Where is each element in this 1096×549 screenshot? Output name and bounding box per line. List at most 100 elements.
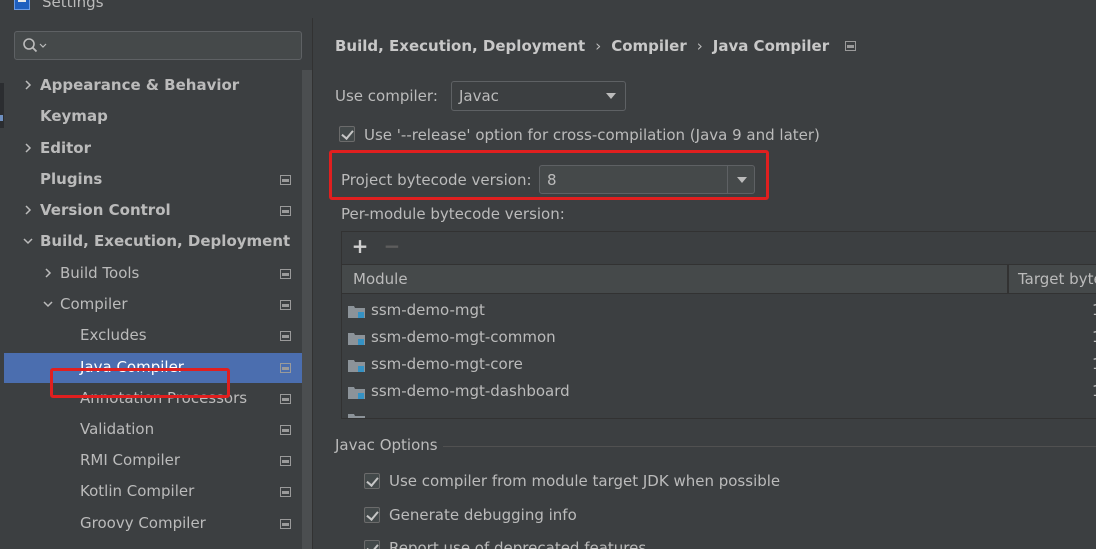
column-divider[interactable] [1007, 265, 1009, 295]
settings-search-input[interactable] [49, 35, 295, 57]
table-row[interactable]: ssm-demo-mgt-common 1 [342, 325, 1096, 352]
tree-item-groovy-compiler[interactable]: Groovy Compiler [4, 509, 302, 539]
dropdown-arrow-icon [606, 93, 616, 99]
tree-item-excludes[interactable]: Excludes [4, 321, 302, 351]
deprecated-features-label: Report use of deprecated features [389, 539, 647, 549]
use-module-jdk-checkbox[interactable] [364, 473, 380, 489]
project-level-icon [280, 300, 291, 310]
module-folder-icon [348, 306, 365, 318]
release-option-label: Use '--release' option for cross-compila… [364, 126, 820, 144]
tree-item-rmi-compiler[interactable]: RMI Compiler [4, 446, 302, 476]
tree-item-label: Excludes [80, 326, 147, 344]
settings-search-box[interactable] [14, 31, 302, 60]
breadcrumb-separator: › [696, 37, 703, 55]
tree-item-plugins[interactable]: Plugins [4, 165, 302, 195]
module-folder-icon [348, 387, 365, 399]
release-option-checkbox[interactable] [339, 126, 355, 142]
tree-item-label: Plugins [40, 170, 103, 188]
chevron-right-icon[interactable] [22, 79, 34, 91]
breadcrumb-item: Java Compiler [712, 37, 830, 55]
module-folder-icon [348, 414, 365, 418]
project-level-icon [280, 519, 291, 529]
section-divider [443, 446, 1096, 447]
use-compiler-value: Javac [459, 87, 499, 105]
window-title: Settings [42, 0, 104, 11]
per-module-bytecode-label: Per-module bytecode version: [341, 205, 565, 223]
tree-item-label: Compiler [60, 295, 128, 313]
project-level-icon [845, 41, 857, 51]
table-row[interactable]: ssm-demo-mgt-dashboard 1 [342, 379, 1096, 406]
tree-item-label: Version Control [40, 201, 171, 219]
module-target: 1 [1092, 355, 1096, 373]
module-target: 1 [1092, 328, 1096, 346]
chevron-down-icon[interactable] [22, 235, 34, 247]
tree-item-label: Keymap [40, 107, 108, 125]
java-compiler-settings-panel: Build, Execution, Deployment › Compiler › Ja… [312, 18, 1096, 549]
table-toolbar: + − [342, 232, 1096, 264]
table-row[interactable]: ssm-demo-mgt 1 [342, 298, 1096, 325]
project-level-icon [280, 175, 291, 185]
breadcrumb: Build, Execution, Deployment › Compiler › Ja… [335, 37, 857, 59]
remove-icon: − [383, 234, 401, 258]
tree-item-label: Build Tools [60, 264, 140, 282]
module-folder-icon [348, 333, 365, 345]
tree-item-label: Editor [40, 139, 91, 157]
tree-item-label: Validation [80, 420, 155, 438]
project-level-icon [280, 394, 291, 404]
breadcrumb-item: Compiler [611, 37, 687, 55]
project-level-icon [280, 363, 291, 373]
tree-item-build-execution-deployment[interactable]: Build, Execution, Deployment [4, 227, 302, 257]
search-icon [23, 38, 47, 53]
project-level-icon [280, 269, 291, 279]
tree-item-kotlin-compiler[interactable]: Kotlin Compiler [4, 477, 302, 507]
tree-item-label: Groovy Compiler [80, 514, 206, 532]
table-body: ssm-demo-mgt 1 ssm-demo-mgt-common 1 ssm… [342, 294, 1096, 418]
project-level-icon [280, 425, 291, 435]
javac-options-heading: Javac Options [335, 436, 438, 454]
add-icon[interactable]: + [349, 236, 371, 258]
module-target: 1 [1092, 382, 1096, 400]
column-header-target-bytecode[interactable]: Target byte [1018, 270, 1096, 288]
debugging-info-checkbox[interactable] [364, 507, 380, 523]
table-row[interactable]: ssm-demo-mgt-core 1 [342, 352, 1096, 379]
tree-item-appearance-behavior[interactable]: Appearance & Behavior [4, 71, 302, 101]
tree-item-build-tools[interactable]: Build Tools [4, 259, 302, 289]
intellij-app-icon [14, 0, 30, 10]
tree-item-label: Kotlin Compiler [80, 482, 195, 500]
chevron-down-icon[interactable] [42, 298, 54, 310]
use-compiler-dropdown[interactable]: Javac [451, 81, 626, 111]
tree-item-editor[interactable]: Editor [4, 134, 302, 164]
column-header-module[interactable]: Module [353, 270, 408, 288]
module-name: ssm-demo-mgt-dashboard [371, 382, 570, 400]
debugging-info-label: Generate debugging info [389, 506, 577, 524]
tree-item-keymap[interactable]: Keymap [4, 102, 302, 132]
breadcrumb-item: Build, Execution, Deployment [335, 37, 586, 55]
project-level-icon [280, 331, 291, 341]
module-name: ssm-demo-mgt-core [371, 355, 523, 373]
title-bar: Settings [0, 0, 1096, 18]
deprecated-features-checkbox[interactable] [364, 540, 380, 549]
chevron-right-icon[interactable] [42, 267, 54, 279]
module-name: ssm-demo-mgt-common [371, 328, 556, 346]
use-module-jdk-label: Use compiler from module target JDK when… [389, 472, 781, 490]
chevron-right-icon[interactable] [22, 204, 34, 216]
tree-item-label: Build, Execution, Deployment [40, 232, 291, 250]
breadcrumb-separator: › [595, 37, 602, 55]
tree-item-label: RMI Compiler [80, 451, 181, 469]
table-header: Module Target byte [342, 264, 1096, 295]
settings-tree-panel: Appearance & Behavior Keymap Editor Plug… [0, 18, 312, 549]
chevron-right-icon[interactable] [22, 142, 34, 154]
table-row-partial[interactable] [342, 406, 1096, 418]
module-name: ssm-demo-mgt [371, 301, 485, 319]
tree-item-validation[interactable]: Validation [4, 415, 302, 445]
project-level-icon [280, 456, 291, 466]
module-target: 1 [1092, 301, 1096, 319]
per-module-bytecode-table: + − Module Target byte ssm-demo-mgt 1 ss… [341, 231, 1096, 419]
tree-item-compiler[interactable]: Compiler [4, 290, 302, 320]
tree-item-version-control[interactable]: Version Control [4, 196, 302, 226]
project-level-icon [280, 206, 291, 216]
use-compiler-label: Use compiler: [335, 87, 438, 105]
tree-scrollbar[interactable] [302, 70, 312, 549]
tree-item-label: Appearance & Behavior [40, 76, 240, 94]
module-folder-icon [348, 360, 365, 372]
